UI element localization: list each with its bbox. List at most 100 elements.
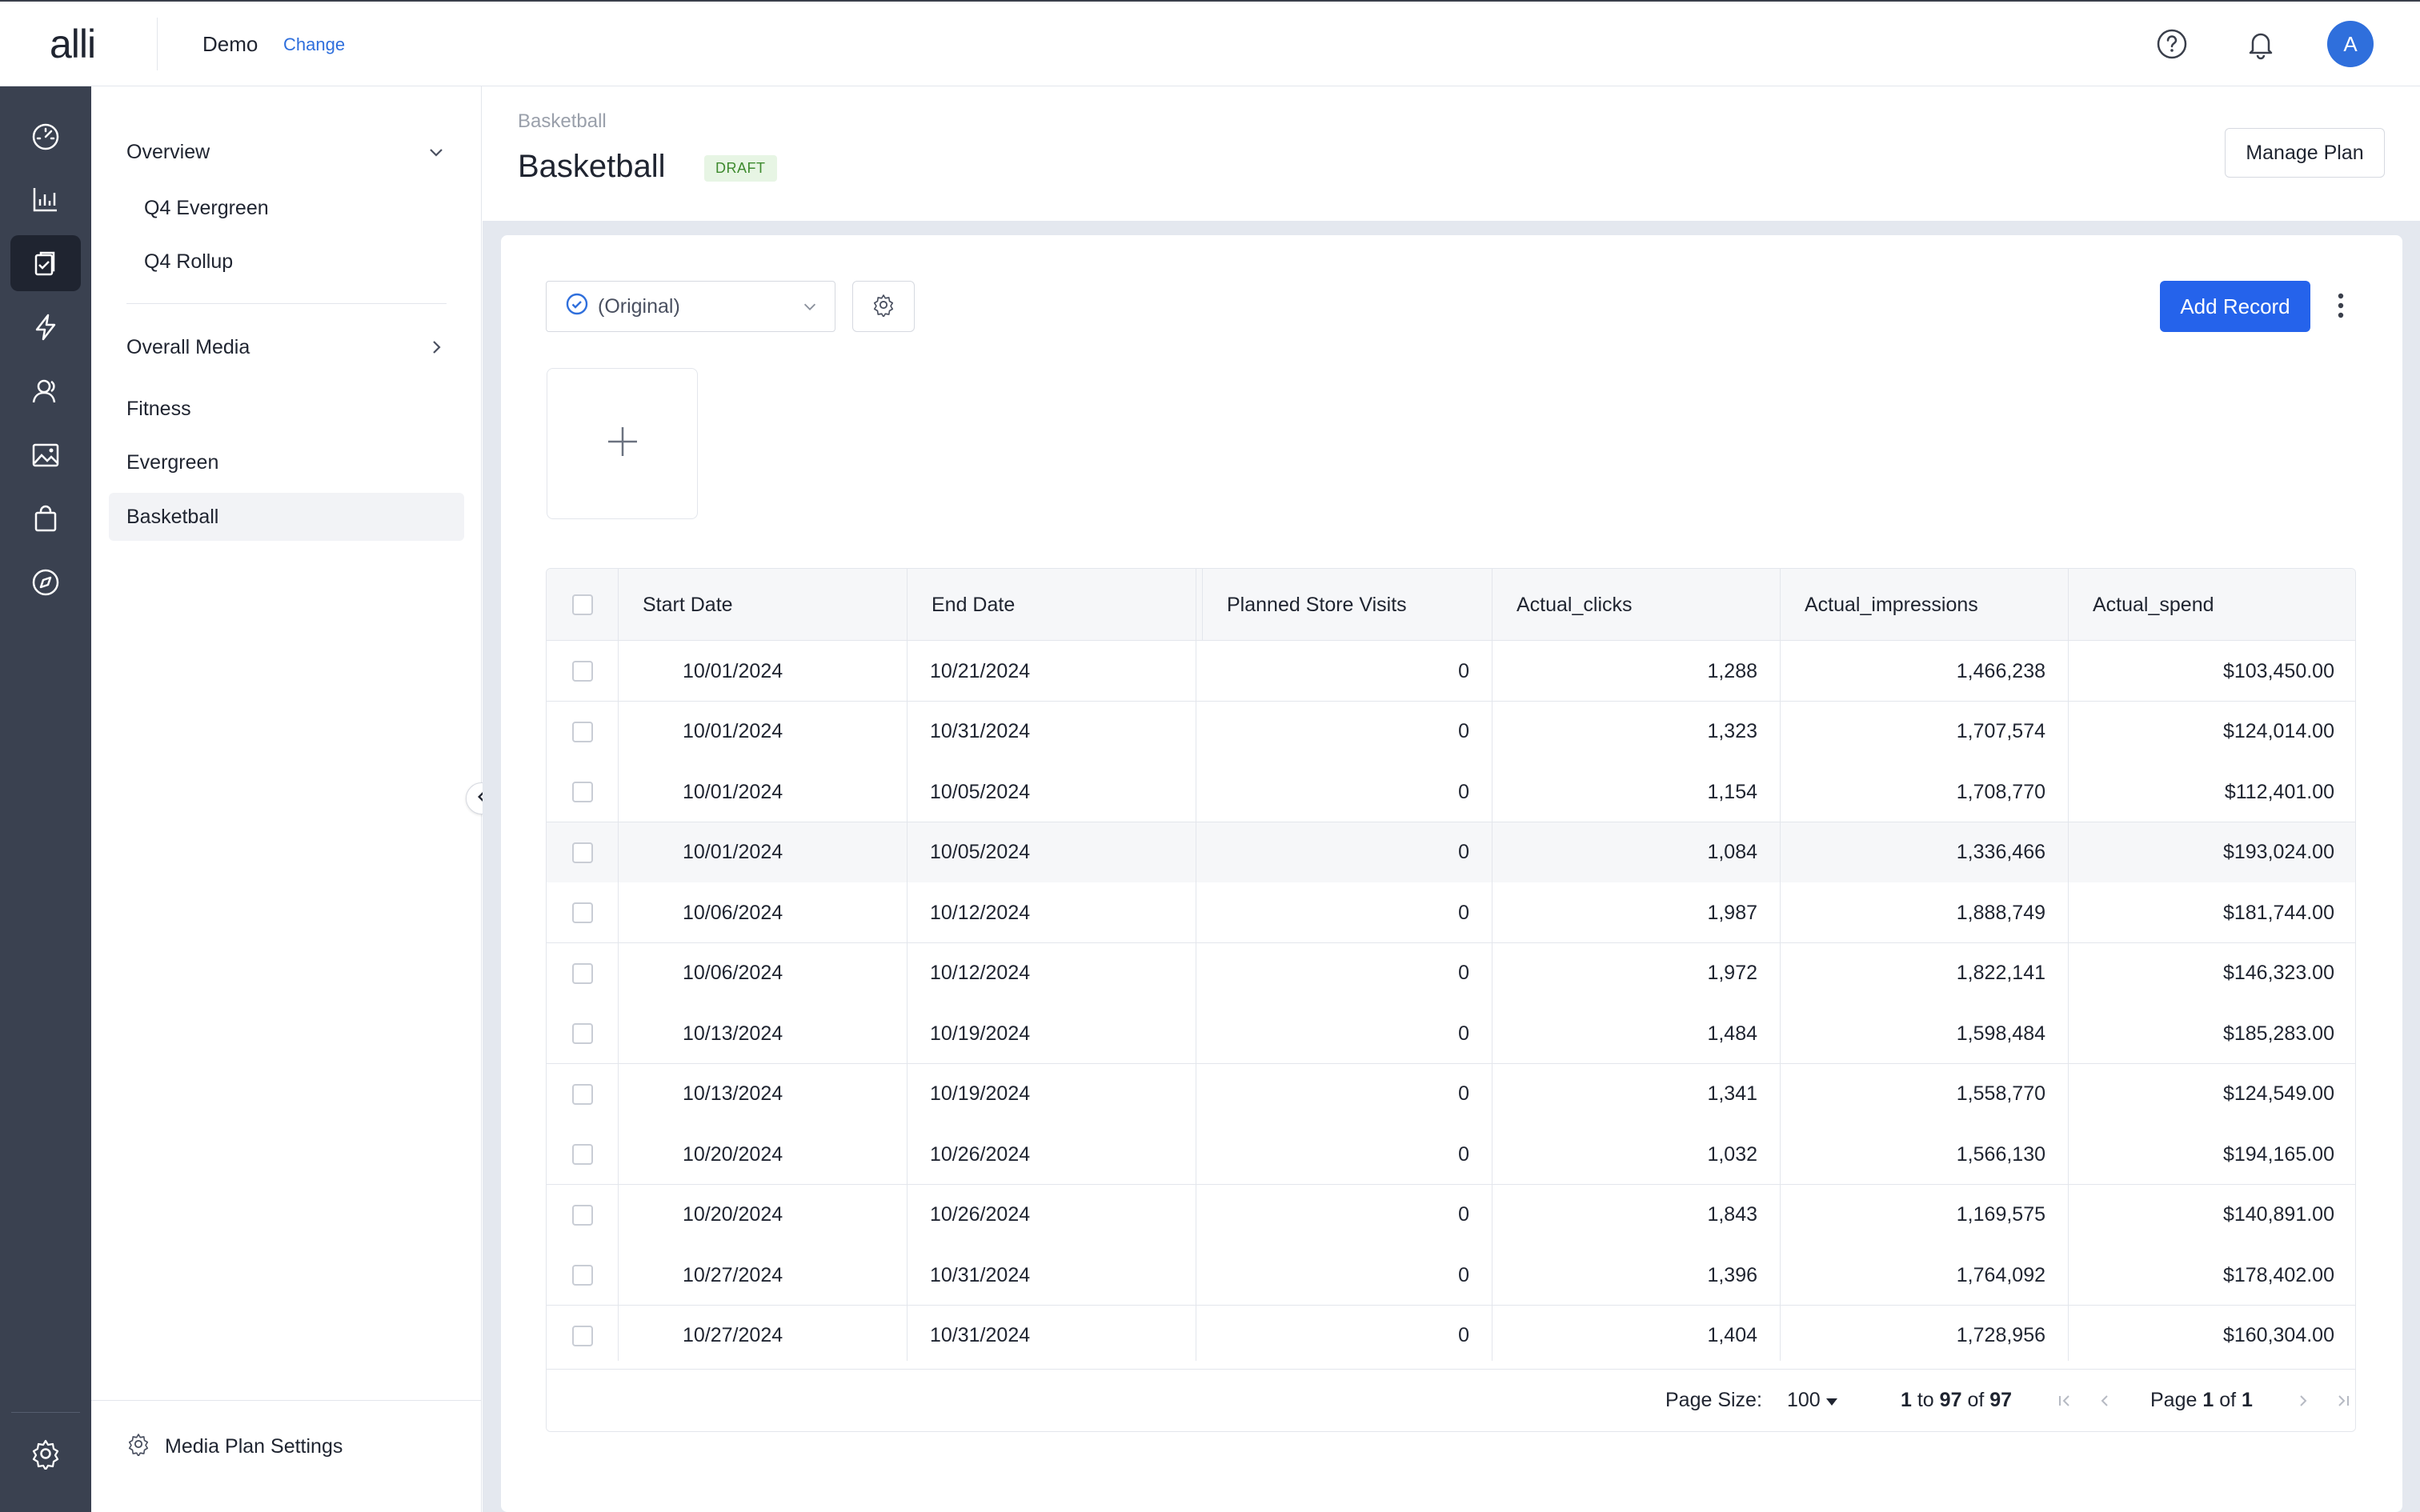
actual-clicks-cell[interactable]: 1,084 <box>1492 822 1781 883</box>
actual-spend-cell[interactable]: $178,402.00 <box>2069 1245 2355 1306</box>
bell-icon[interactable] <box>2241 24 2281 64</box>
actual-clicks-cell[interactable]: 1,404 <box>1492 1305 1781 1361</box>
table-row[interactable]: 10/01/2024 10/21/2024 0 1,288 1,466,238 $103,… <box>547 641 2355 702</box>
next-page-icon[interactable] <box>2291 1389 2315 1413</box>
end-date-cell[interactable]: 10/21/2024 <box>908 641 1196 702</box>
actual-impressions-cell[interactable]: 1,169,575 <box>1781 1184 2069 1246</box>
start-date-cell[interactable]: 10/13/2024 <box>619 1063 908 1125</box>
view-select[interactable]: (Original) <box>546 281 835 332</box>
table-row[interactable]: 10/01/2024 10/31/2024 0 1,323 1,707,574 $124,… <box>547 701 2355 762</box>
planned-store-visits-cell[interactable]: 0 <box>1196 1003 1492 1064</box>
row-checkbox[interactable] <box>571 1325 593 1346</box>
start-date-cell[interactable]: 10/01/2024 <box>619 641 908 702</box>
compass-icon[interactable] <box>10 554 81 610</box>
row-checkbox[interactable] <box>571 962 593 984</box>
row-checkbox[interactable] <box>571 1265 593 1286</box>
end-date-cell[interactable]: 10/05/2024 <box>908 762 1196 822</box>
manage-plan-button[interactable]: Manage Plan <box>2225 128 2385 178</box>
actual-clicks-cell[interactable]: 1,484 <box>1492 1003 1781 1064</box>
planned-store-visits-cell[interactable]: 0 <box>1196 1124 1492 1185</box>
image-icon[interactable] <box>10 427 81 483</box>
row-checkbox[interactable] <box>571 721 593 742</box>
planned-store-visits-cell[interactable]: 0 <box>1196 882 1492 943</box>
row-checkbox[interactable] <box>571 661 593 682</box>
end-date-cell[interactable]: 10/31/2024 <box>908 1245 1196 1306</box>
media-plan-settings-link[interactable]: Media Plan Settings <box>126 1432 343 1462</box>
column-header-actual-clicks[interactable]: Actual_clicks <box>1492 569 1781 641</box>
table-row[interactable]: 10/27/2024 10/31/2024 0 1,396 1,764,092 $178,… <box>547 1245 2355 1306</box>
actual-impressions-cell[interactable]: 1,558,770 <box>1781 1063 2069 1125</box>
start-date-cell[interactable]: 10/06/2024 <box>619 882 908 943</box>
start-date-cell[interactable]: 10/20/2024 <box>619 1184 908 1246</box>
nav-overall-media[interactable]: Overall Media <box>126 336 250 359</box>
end-date-cell[interactable]: 10/26/2024 <box>908 1124 1196 1185</box>
column-header-end-date[interactable]: End Date <box>908 569 1196 641</box>
planned-store-visits-cell[interactable]: 0 <box>1196 1184 1492 1246</box>
lightning-icon[interactable] <box>10 299 81 355</box>
planned-store-visits-cell[interactable]: 0 <box>1196 701 1492 762</box>
actual-impressions-cell[interactable]: 1,566,130 <box>1781 1124 2069 1185</box>
end-date-cell[interactable]: 10/19/2024 <box>908 1063 1196 1125</box>
actual-clicks-cell[interactable]: 1,288 <box>1492 641 1781 702</box>
column-header-planned-store-visits[interactable]: Planned Store Visits <box>1203 569 1492 641</box>
planned-store-visits-cell[interactable]: 0 <box>1196 762 1492 822</box>
column-header-actual-spend[interactable]: Actual_spend <box>2069 569 2355 641</box>
alli-logo[interactable]: alli <box>50 21 96 67</box>
first-page-icon[interactable] <box>2053 1389 2077 1413</box>
nav-item-q4-evergreen[interactable]: Q4 Evergreen <box>144 197 269 220</box>
actual-impressions-cell[interactable]: 1,822,141 <box>1781 942 2069 1004</box>
clipboard-icon[interactable] <box>10 235 81 291</box>
table-row[interactable]: 10/01/2024 10/05/2024 0 1,084 1,336,466 $193,… <box>547 822 2355 883</box>
actual-spend-cell[interactable]: $194,165.00 <box>2069 1124 2355 1185</box>
actual-spend-cell[interactable]: $193,024.00 <box>2069 822 2355 883</box>
actual-spend-cell[interactable]: $124,549.00 <box>2069 1064 2355 1125</box>
row-checkbox[interactable] <box>571 842 593 863</box>
nav-overview[interactable]: Overview <box>126 141 210 164</box>
nav-item-basketball[interactable]: Basketball <box>126 506 218 529</box>
start-date-cell[interactable]: 10/01/2024 <box>619 822 908 883</box>
actual-impressions-cell[interactable]: 1,708,770 <box>1781 762 2069 822</box>
actual-impressions-cell[interactable]: 1,707,574 <box>1781 701 2069 762</box>
column-header-start-date[interactable]: Start Date <box>619 569 908 641</box>
help-icon[interactable] <box>2152 24 2192 64</box>
breadcrumb[interactable]: Basketball <box>518 110 607 133</box>
actual-spend-cell[interactable]: $185,283.00 <box>2069 1003 2355 1064</box>
actual-spend-cell[interactable]: $124,014.00 <box>2069 702 2355 762</box>
nav-item-fitness[interactable]: Fitness <box>126 398 191 421</box>
change-org-link[interactable]: Change <box>283 34 345 55</box>
table-row[interactable]: 10/06/2024 10/12/2024 0 1,972 1,822,141 $146,… <box>547 942 2355 1004</box>
start-date-cell[interactable]: 10/01/2024 <box>619 762 908 822</box>
last-page-icon[interactable] <box>2331 1389 2355 1413</box>
planned-store-visits-cell[interactable]: 0 <box>1196 1245 1492 1306</box>
planned-store-visits-cell[interactable]: 0 <box>1196 1305 1492 1361</box>
table-row[interactable]: 10/06/2024 10/12/2024 0 1,987 1,888,749 $181,… <box>547 882 2355 943</box>
actual-spend-cell[interactable]: $160,304.00 <box>2069 1306 2355 1362</box>
row-checkbox[interactable] <box>571 1144 593 1165</box>
actual-impressions-cell[interactable]: 1,336,466 <box>1781 822 2069 883</box>
prev-page-icon[interactable] <box>2093 1389 2117 1413</box>
end-date-cell[interactable]: 10/12/2024 <box>908 942 1196 1004</box>
actual-impressions-cell[interactable]: 1,888,749 <box>1781 882 2069 943</box>
row-checkbox[interactable] <box>571 902 593 923</box>
actual-spend-cell[interactable]: $140,891.00 <box>2069 1185 2355 1246</box>
actual-clicks-cell[interactable]: 1,323 <box>1492 701 1781 762</box>
planned-store-visits-cell[interactable]: 0 <box>1196 822 1492 883</box>
add-record-button[interactable]: Add Record <box>2160 281 2310 332</box>
planned-store-visits-cell[interactable]: 0 <box>1196 641 1492 702</box>
planned-store-visits-cell[interactable]: 0 <box>1196 942 1492 1004</box>
nav-item-q4-rollup[interactable]: Q4 Rollup <box>144 250 233 274</box>
start-date-cell[interactable]: 10/13/2024 <box>619 1003 908 1064</box>
actual-spend-cell[interactable]: $146,323.00 <box>2069 943 2355 1004</box>
row-checkbox[interactable] <box>571 1023 593 1044</box>
audience-icon[interactable] <box>10 363 81 419</box>
end-date-cell[interactable]: 10/31/2024 <box>908 1305 1196 1361</box>
more-options-icon[interactable] <box>2330 286 2351 326</box>
select-all-checkbox[interactable] <box>571 594 593 615</box>
add-widget-button[interactable] <box>547 368 698 519</box>
actual-clicks-cell[interactable]: 1,972 <box>1492 942 1781 1004</box>
start-date-cell[interactable]: 10/06/2024 <box>619 942 908 1004</box>
start-date-cell[interactable]: 10/27/2024 <box>619 1245 908 1306</box>
table-row[interactable]: 10/13/2024 10/19/2024 0 1,484 1,598,484 $185,… <box>547 1003 2355 1064</box>
actual-clicks-cell[interactable]: 1,396 <box>1492 1245 1781 1306</box>
actual-clicks-cell[interactable]: 1,154 <box>1492 762 1781 822</box>
